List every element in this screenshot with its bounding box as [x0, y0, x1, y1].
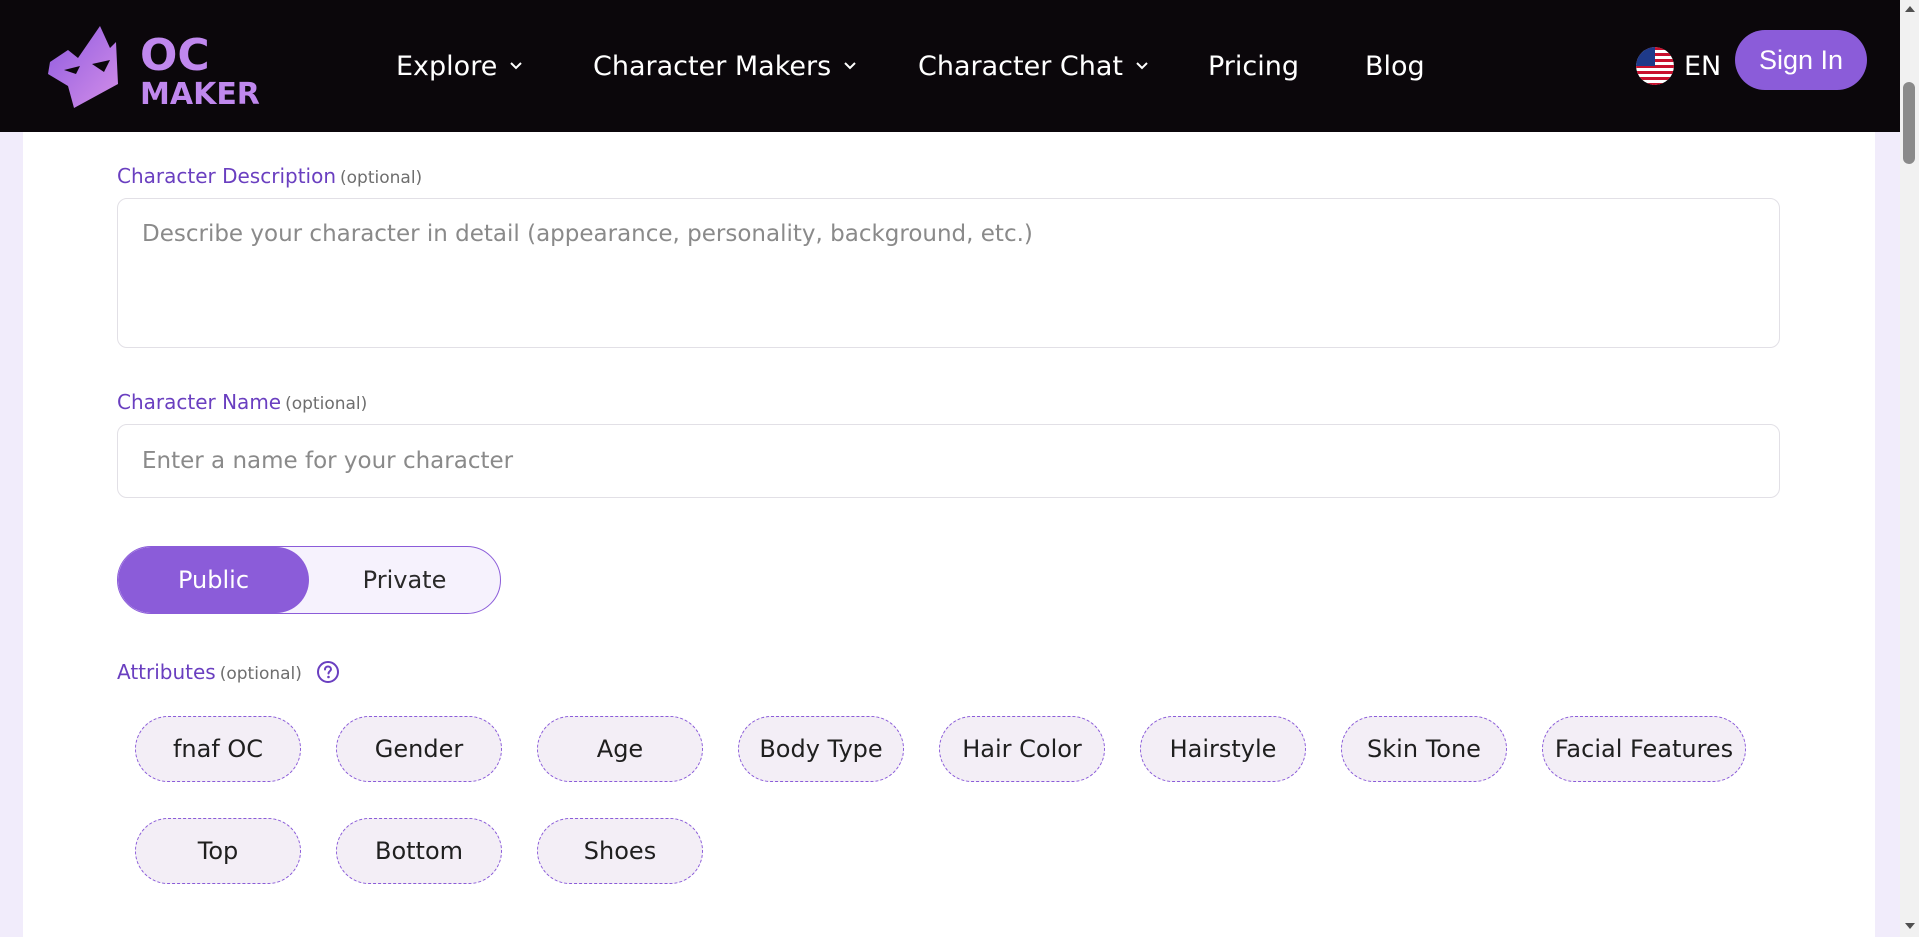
nav-pricing[interactable]: Pricing [1208, 0, 1299, 132]
scroll-thumb[interactable] [1903, 82, 1915, 164]
public-option[interactable]: Public [118, 547, 309, 613]
nav-character-makers[interactable]: Character Makers [593, 0, 857, 132]
main-nav: Explore Character Makers Character Chat … [0, 0, 1900, 132]
attribute-chip-body-type[interactable]: Body Type [738, 716, 904, 782]
attributes-label-text: Attributes [117, 660, 216, 684]
attribute-chip-bottom[interactable]: Bottom [336, 818, 502, 884]
attribute-chip-gender[interactable]: Gender [336, 716, 502, 782]
attribute-chip-top[interactable]: Top [135, 818, 301, 884]
site-header: OC MAKER Explore Character Makers Charac… [0, 0, 1900, 132]
description-textarea[interactable] [117, 198, 1780, 348]
attribute-chip-hair-color[interactable]: Hair Color [939, 716, 1105, 782]
name-optional-tag: (optional) [285, 394, 368, 414]
page-scrollbar[interactable] [1900, 0, 1919, 937]
nav-explore-label: Explore [396, 50, 498, 82]
language-selector[interactable]: EN [1636, 0, 1721, 132]
question-circle-icon[interactable] [316, 660, 340, 684]
character-name-input[interactable] [117, 424, 1780, 498]
visibility-toggle: Public Private [117, 546, 501, 614]
attribute-chip-shoes[interactable]: Shoes [537, 818, 703, 884]
name-label-text: Character Name [117, 390, 282, 414]
attribute-chip-hairstyle[interactable]: Hairstyle [1140, 716, 1306, 782]
name-label: Character Name (optional) [117, 390, 367, 414]
nav-character-makers-label: Character Makers [593, 50, 832, 82]
description-optional-tag: (optional) [340, 168, 423, 188]
sign-in-button[interactable]: Sign In [1735, 30, 1867, 90]
attribute-chip-age[interactable]: Age [537, 716, 703, 782]
language-label: EN [1684, 50, 1722, 82]
description-label-text: Character Description [117, 164, 337, 188]
nav-explore[interactable]: Explore [396, 0, 523, 132]
nav-blog[interactable]: Blog [1365, 0, 1425, 132]
nav-character-chat[interactable]: Character Chat [918, 0, 1149, 132]
us-flag-icon [1636, 47, 1674, 85]
description-label: Character Description (optional) [117, 164, 422, 188]
scroll-up-arrow-icon[interactable] [1905, 6, 1915, 12]
nav-blog-label: Blog [1365, 50, 1425, 82]
attribute-chip-fnaf-oc[interactable]: fnaf OC [135, 716, 301, 782]
nav-character-chat-label: Character Chat [918, 50, 1123, 82]
private-option[interactable]: Private [309, 547, 500, 613]
attributes-label: Attributes (optional) [117, 660, 302, 684]
nav-pricing-label: Pricing [1208, 50, 1300, 82]
chevron-down-icon [1136, 62, 1148, 70]
scroll-down-arrow-icon[interactable] [1905, 923, 1915, 929]
chevron-down-icon [510, 62, 523, 70]
attribute-chip-skin-tone[interactable]: Skin Tone [1341, 716, 1507, 782]
attributes-optional-tag: (optional) [219, 664, 302, 684]
attribute-chip-facial-features[interactable]: Facial Features [1542, 716, 1746, 782]
chevron-down-icon [844, 62, 856, 70]
